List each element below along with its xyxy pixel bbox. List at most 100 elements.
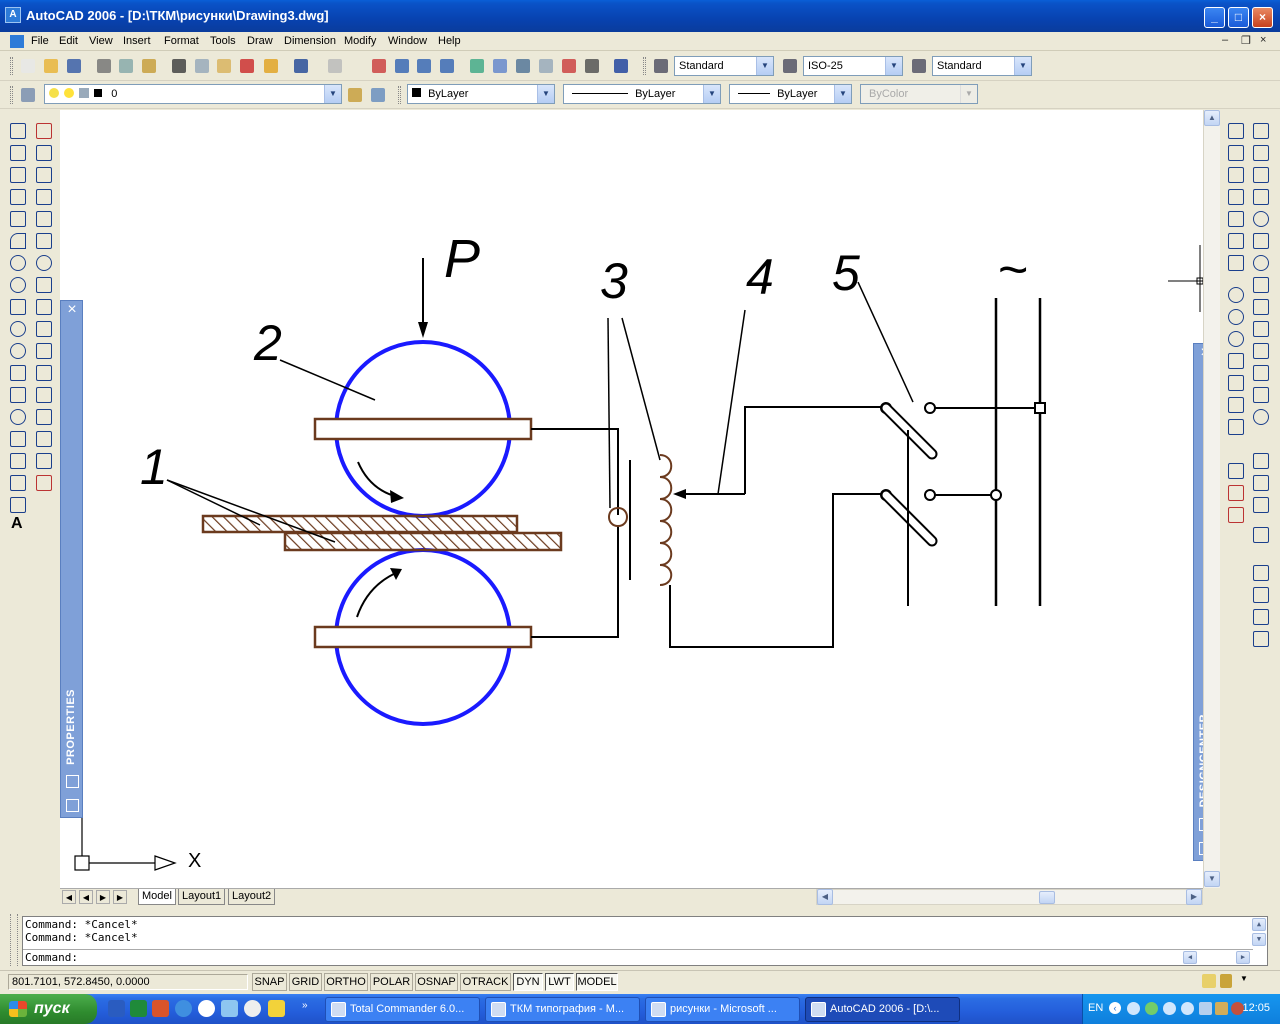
scroll-right-icon[interactable]: ▶ [1186, 889, 1202, 905]
continue-dimension-icon[interactable] [1250, 340, 1270, 360]
prev-tab-icon[interactable]: ◀ [79, 890, 93, 904]
toolbar-grip[interactable] [10, 57, 13, 75]
toolbar-grip[interactable] [10, 86, 13, 104]
hatch-icon[interactable] [7, 428, 27, 448]
dim-style-control-icon[interactable] [1250, 524, 1270, 544]
snap-extension-icon[interactable] [1225, 230, 1245, 250]
vertical-scrollbar[interactable]: ▲ ▼ [1203, 110, 1220, 888]
angular-dimension-icon[interactable] [1250, 274, 1270, 294]
horizontal-scrollbar[interactable]: ◀ ▶ [816, 889, 1203, 905]
dimension-text-edit-icon[interactable] [1250, 472, 1270, 492]
drawing-area[interactable]: P 2 1 3 4 5 ~ X [60, 110, 1203, 888]
maximize-button[interactable]: □ [1228, 7, 1249, 28]
title-bar[interactable]: A AutoCAD 2006 - [D:\ТКМ\рисунки\Drawing… [0, 0, 1280, 32]
sheet-set-icon[interactable] [537, 57, 555, 75]
gradient-icon[interactable] [7, 450, 27, 470]
drawing-doc-icon[interactable] [10, 35, 24, 48]
linetype-control-select[interactable]: ByLayer ▼ [563, 84, 721, 104]
quick-dimension-icon[interactable] [1250, 296, 1270, 316]
erase-icon[interactable] [33, 120, 53, 140]
command-history[interactable]: Command: *Cancel* Command: *Cancel* Comm… [22, 916, 1268, 966]
chamfer-icon[interactable] [33, 428, 53, 448]
chevron-down-icon[interactable]: ▼ [756, 57, 773, 75]
tray-expand-icon[interactable]: ‹ [1109, 1002, 1121, 1014]
publish-icon[interactable] [140, 57, 158, 75]
coordinate-readout[interactable]: 801.7101, 572.8450, 0.0000 [8, 974, 248, 990]
table-style-icon[interactable] [910, 57, 928, 75]
explode-icon[interactable] [33, 472, 53, 492]
insert-block-icon[interactable] [7, 362, 27, 382]
status-dyn-button[interactable]: DYN [513, 973, 543, 991]
tolerance-icon[interactable] [1250, 384, 1270, 404]
dimension-update-icon[interactable] [1250, 494, 1270, 514]
status-menu-icon[interactable]: ▼ [1240, 974, 1248, 983]
menu-view[interactable]: View [89, 35, 113, 47]
chevron-down-icon[interactable]: ▼ [324, 85, 341, 103]
construction-line-icon[interactable] [7, 142, 27, 162]
mirror-icon[interactable] [33, 164, 53, 184]
tray-app-icon[interactable] [1181, 1002, 1194, 1015]
quick-leader-icon[interactable] [1250, 362, 1270, 382]
snap-node-icon[interactable] [1225, 394, 1245, 414]
mdi-minimize-button[interactable]: – [1222, 34, 1228, 46]
powerpoint-icon[interactable] [152, 1000, 169, 1017]
task-autocad[interactable]: AutoCAD 2006 - [D:\... [805, 997, 960, 1022]
menu-edit[interactable]: Edit [59, 35, 78, 47]
tab-layout1[interactable]: Layout1 [178, 889, 226, 905]
chevron-down-icon[interactable]: ▼ [537, 85, 554, 103]
tray-app-icon[interactable] [1127, 1002, 1140, 1015]
cmd-scroll-up-icon[interactable]: ▲ [1252, 918, 1266, 931]
lineweight-control-select[interactable]: ByLayer ▼ [729, 84, 852, 104]
cmd-scroll-down-icon[interactable]: ▼ [1252, 933, 1266, 946]
spline-icon[interactable] [7, 296, 27, 316]
draworder-under-icon[interactable] [1250, 628, 1270, 648]
match-properties-icon[interactable] [238, 57, 256, 75]
plot-icon[interactable] [95, 57, 113, 75]
arc-icon[interactable] [7, 230, 27, 250]
menu-help[interactable]: Help [438, 35, 461, 47]
snap-midpoint-icon[interactable] [1225, 164, 1245, 184]
chevron-down-icon[interactable]: ▼ [1014, 57, 1031, 75]
snap-center-icon[interactable] [1225, 284, 1245, 304]
text-style-icon[interactable] [652, 57, 670, 75]
autocad-icon[interactable]: A [5, 7, 21, 23]
snap-apparent-icon[interactable] [1225, 208, 1245, 228]
dim-style-icon[interactable] [781, 57, 799, 75]
tab-model[interactable]: Model [138, 889, 176, 905]
pan-icon[interactable] [370, 57, 388, 75]
snap-tangent-icon[interactable] [1225, 328, 1245, 348]
menu-window[interactable]: Window [388, 35, 427, 47]
redo-icon[interactable] [326, 57, 344, 75]
status-ortho-button[interactable]: ORTHO [324, 973, 368, 991]
copy-icon[interactable] [193, 57, 211, 75]
status-grid-button[interactable]: GRID [289, 973, 322, 991]
menu-dimension[interactable]: Dimension [284, 35, 336, 47]
outlook-icon[interactable] [221, 1000, 238, 1017]
menu-tools[interactable]: Tools [210, 35, 236, 47]
excel-icon[interactable] [130, 1000, 147, 1017]
join-icon[interactable] [33, 406, 53, 426]
tray-app-icon[interactable] [1163, 1002, 1176, 1015]
draworder-back-icon[interactable] [1250, 584, 1270, 604]
menu-draw[interactable]: Draw [247, 35, 273, 47]
task-pictures-folder[interactable]: рисунки - Microsoft ... [645, 997, 800, 1022]
snap-nearest-icon[interactable] [1225, 416, 1245, 436]
horizontal-scroll-thumb[interactable] [1039, 891, 1055, 904]
rotate-icon[interactable] [33, 252, 53, 272]
layer-manager-icon[interactable] [19, 86, 37, 104]
status-otrack-button[interactable]: OTRACK [460, 973, 511, 991]
toolbar-grip[interactable] [643, 57, 646, 75]
palette-menu-icon[interactable] [66, 799, 79, 812]
make-block-icon[interactable] [7, 384, 27, 404]
zoom-previous-icon[interactable] [438, 57, 456, 75]
scroll-down-icon[interactable]: ▼ [1204, 871, 1220, 887]
toolbar-grip[interactable] [398, 86, 401, 104]
snap-parallel-icon[interactable] [1225, 350, 1245, 370]
draworder-front-icon[interactable] [1250, 562, 1270, 582]
auto-hide-icon[interactable] [66, 775, 79, 788]
start-button[interactable]: пуск [0, 994, 97, 1024]
status-snap-button[interactable]: SNAP [252, 973, 287, 991]
move-icon[interactable] [33, 230, 53, 250]
menu-modify[interactable]: Modify [344, 35, 376, 47]
polyline-icon[interactable] [7, 164, 27, 184]
